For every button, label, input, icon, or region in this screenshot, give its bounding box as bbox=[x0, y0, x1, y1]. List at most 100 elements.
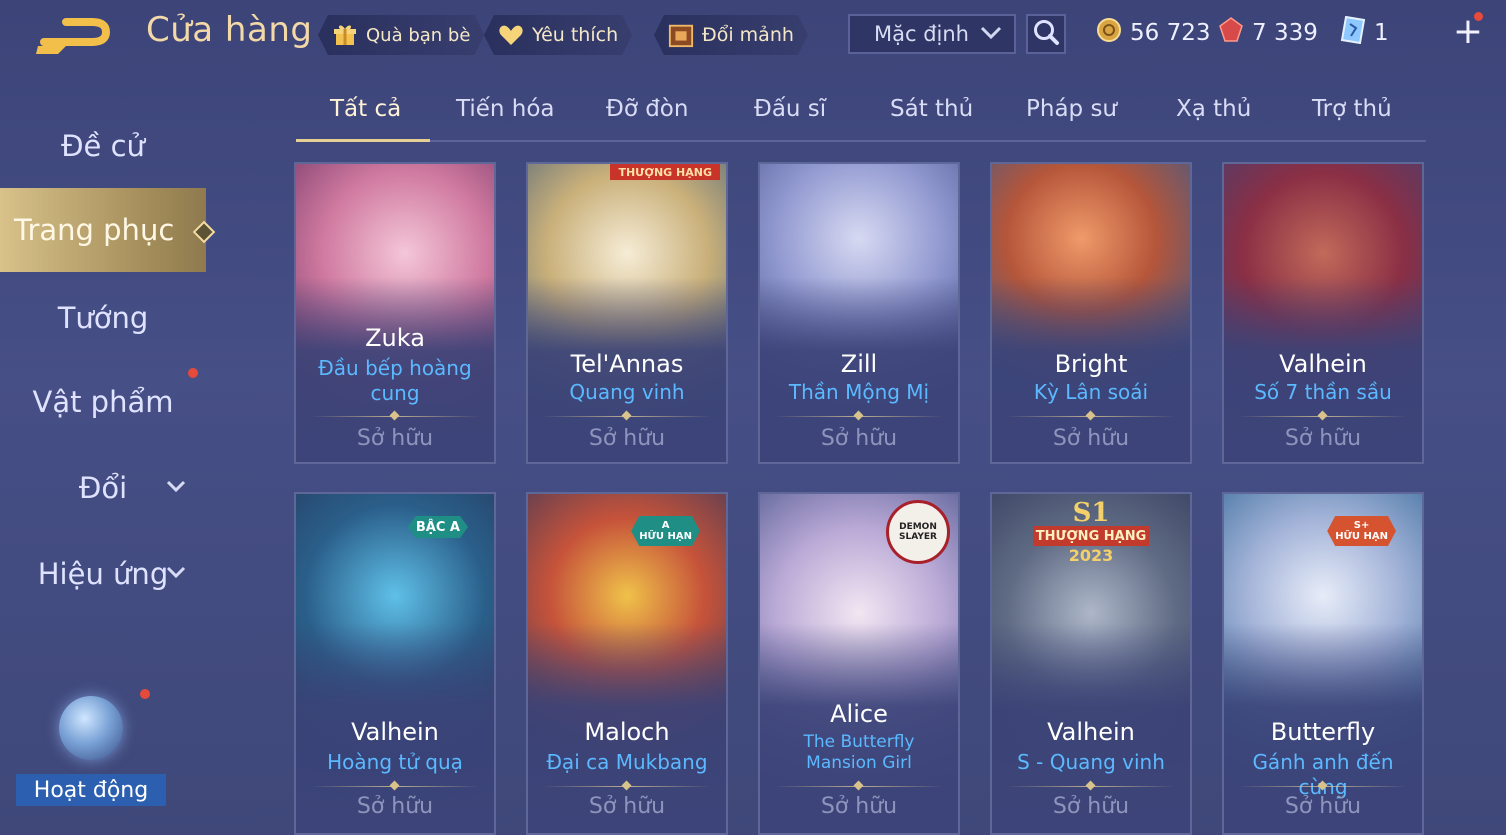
tab-tank[interactable]: Đỡ đòn bbox=[606, 96, 688, 122]
friend-gift-button[interactable]: Quà bạn bè bbox=[318, 15, 484, 55]
owned-status: Sở hữu bbox=[1052, 426, 1130, 451]
heart-icon bbox=[498, 22, 524, 48]
sidebar-item-effects[interactable]: Hiệu ứng bbox=[0, 532, 206, 616]
notification-dot bbox=[188, 368, 198, 378]
skin-name: Quang vinh bbox=[569, 380, 685, 404]
divider bbox=[542, 786, 712, 787]
skin-name: Đại ca Mukbang bbox=[546, 750, 708, 774]
tier-badge: S+ HỮU HẠN bbox=[1327, 516, 1396, 546]
hero-name: Bright bbox=[1054, 350, 1128, 378]
skin-name: Số 7 thần sầu bbox=[1254, 380, 1392, 404]
sort-dropdown[interactable]: Mặc định bbox=[848, 14, 1016, 54]
favorites-label: Yêu thích bbox=[532, 24, 619, 46]
sidebar: Đề cử Trang phục Tướng Vật phẩm Đổi Hiệu… bbox=[0, 100, 216, 740]
owned-status: Sở hữu bbox=[1284, 794, 1362, 819]
sidebar-item-label: Đề cử bbox=[61, 129, 145, 163]
tab-fighter[interactable]: Đấu sĩ bbox=[754, 96, 826, 122]
notification-dot bbox=[1474, 12, 1483, 21]
owned-status: Sở hữu bbox=[356, 794, 434, 819]
chevron-down-icon bbox=[980, 25, 1002, 44]
skin-card[interactable]: THƯỢNG HẠNG Tel'Annas Quang vinh Sở hữu bbox=[526, 162, 728, 464]
owned-status: Sở hữu bbox=[356, 426, 434, 451]
badge-grade: S+ bbox=[1353, 520, 1370, 531]
tab-support[interactable]: Trợ thủ bbox=[1312, 96, 1392, 122]
skin-card[interactable]: Zill Thần Mộng Mị Sở hữu bbox=[758, 162, 960, 464]
exchange-shards-label: Đổi mảnh bbox=[702, 24, 794, 46]
owned-status: Sở hữu bbox=[1052, 794, 1130, 819]
tab-evolution[interactable]: Tiến hóa bbox=[456, 96, 555, 122]
red-gem-icon bbox=[1218, 17, 1244, 49]
favorites-button[interactable]: Yêu thích bbox=[484, 15, 632, 55]
sidebar-item-label: Vật phẩm bbox=[32, 385, 174, 419]
tab-assassin[interactable]: Sát thủ bbox=[890, 96, 973, 122]
skin-card[interactable]: DEMON SLAYER Alice The Butterfly Mansion… bbox=[758, 492, 960, 835]
emblem-year: 2023 bbox=[1068, 546, 1114, 565]
skin-name: Gánh anh đến cùng bbox=[1252, 750, 1394, 799]
tier-ribbon: THƯỢNG HẠNG bbox=[610, 164, 720, 180]
card-amount: 1 bbox=[1374, 20, 1389, 46]
skin-name: The Butterfly Mansion Girl bbox=[803, 732, 915, 773]
gold-currency: 56 723 bbox=[1096, 16, 1210, 50]
gold-coin-icon bbox=[1096, 17, 1122, 49]
divider bbox=[1238, 786, 1408, 787]
skin-name: S - Quang vinh bbox=[1017, 750, 1165, 774]
tier-badge: A HỮU HẠN bbox=[631, 516, 700, 546]
skin-name: Thần Mộng Mị bbox=[788, 380, 930, 404]
activity-orb-icon bbox=[59, 696, 123, 760]
tier-badge: BẬC A bbox=[408, 516, 468, 538]
skin-card[interactable]: A HỮU HẠN Maloch Đại ca Mukbang Sở hữu bbox=[526, 492, 728, 835]
sidebar-item-exchange[interactable]: Đổi bbox=[0, 446, 206, 530]
activity-button[interactable]: Hoạt động bbox=[16, 690, 166, 810]
hero-name: Zill bbox=[840, 350, 878, 378]
hero-name: Maloch bbox=[584, 718, 670, 746]
season-emblem: S1 THƯỢNG HẠNG 2023 bbox=[1033, 498, 1149, 578]
sidebar-item-label: Trang phục bbox=[14, 213, 175, 247]
top-bar: Cửa hàng Quà bạn bè Yêu thích Đổi mảnh M… bbox=[0, 0, 1506, 70]
tab-mage[interactable]: Pháp sư bbox=[1026, 96, 1117, 122]
badge-grade: A bbox=[661, 520, 670, 531]
divider bbox=[310, 786, 480, 787]
divider bbox=[1238, 416, 1408, 417]
hero-name: Valhein bbox=[1279, 350, 1367, 378]
chevron-down-icon bbox=[166, 564, 186, 585]
emblem-season: S1 bbox=[1072, 498, 1110, 528]
tab-marksman[interactable]: Xạ thủ bbox=[1176, 96, 1251, 122]
badge-label: HỮU HẠN bbox=[639, 531, 692, 542]
skin-card[interactable]: Bright Kỳ Lân soái Sở hữu bbox=[990, 162, 1192, 464]
hero-name: Valhein bbox=[351, 718, 439, 746]
sidebar-item-skins[interactable]: Trang phục bbox=[0, 188, 216, 272]
gold-amount: 56 723 bbox=[1130, 20, 1211, 46]
exchange-shards-button[interactable]: Đổi mảnh bbox=[654, 15, 808, 55]
owned-status: Sở hữu bbox=[820, 426, 898, 451]
card-currency: 1 bbox=[1340, 15, 1389, 50]
category-tabs: Tất cả Tiến hóa Đỡ đòn Đấu sĩ Sát thủ Ph… bbox=[296, 84, 1426, 142]
skin-card[interactable]: BẬC A Valhein Hoàng tử quạ Sở hữu bbox=[294, 492, 496, 835]
selected-diamond-icon bbox=[192, 220, 216, 244]
skin-card[interactable]: Valhein Số 7 thần sầu Sở hữu bbox=[1222, 162, 1424, 464]
active-tab-indicator bbox=[296, 139, 430, 142]
sidebar-item-label: Đổi bbox=[78, 471, 128, 505]
skin-card[interactable]: Zuka Đầu bếp hoàng cung Sở hữu bbox=[294, 162, 496, 464]
divider bbox=[774, 786, 944, 787]
gift-icon bbox=[332, 22, 358, 48]
divider bbox=[1006, 416, 1176, 417]
divider bbox=[774, 416, 944, 417]
sidebar-item-items[interactable]: Vật phẩm bbox=[0, 360, 206, 444]
chest-icon bbox=[668, 22, 694, 48]
skin-card[interactable]: S+ HỮU HẠN Butterfly Gánh anh đến cùng S… bbox=[1222, 492, 1424, 835]
search-icon bbox=[1032, 18, 1060, 50]
owned-status: Sở hữu bbox=[588, 794, 666, 819]
badge-label: HỮU HẠN bbox=[1335, 531, 1388, 542]
chevron-down-icon bbox=[166, 478, 186, 499]
skin-card[interactable]: S1 THƯỢNG HẠNG 2023 Valhein S - Quang vi… bbox=[990, 492, 1192, 835]
hero-name: Zuka bbox=[365, 324, 425, 352]
owned-status: Sở hữu bbox=[588, 426, 666, 451]
back-arrow-icon[interactable] bbox=[36, 14, 112, 54]
owned-status: Sở hữu bbox=[820, 794, 898, 819]
sidebar-item-heroes[interactable]: Tướng bbox=[0, 276, 206, 360]
divider bbox=[1006, 786, 1176, 787]
skin-name: Kỳ Lân soái bbox=[1033, 380, 1149, 404]
sidebar-item-recommended[interactable]: Đề cử bbox=[0, 104, 206, 188]
tab-all[interactable]: Tất cả bbox=[330, 96, 401, 122]
search-button[interactable] bbox=[1026, 14, 1066, 54]
